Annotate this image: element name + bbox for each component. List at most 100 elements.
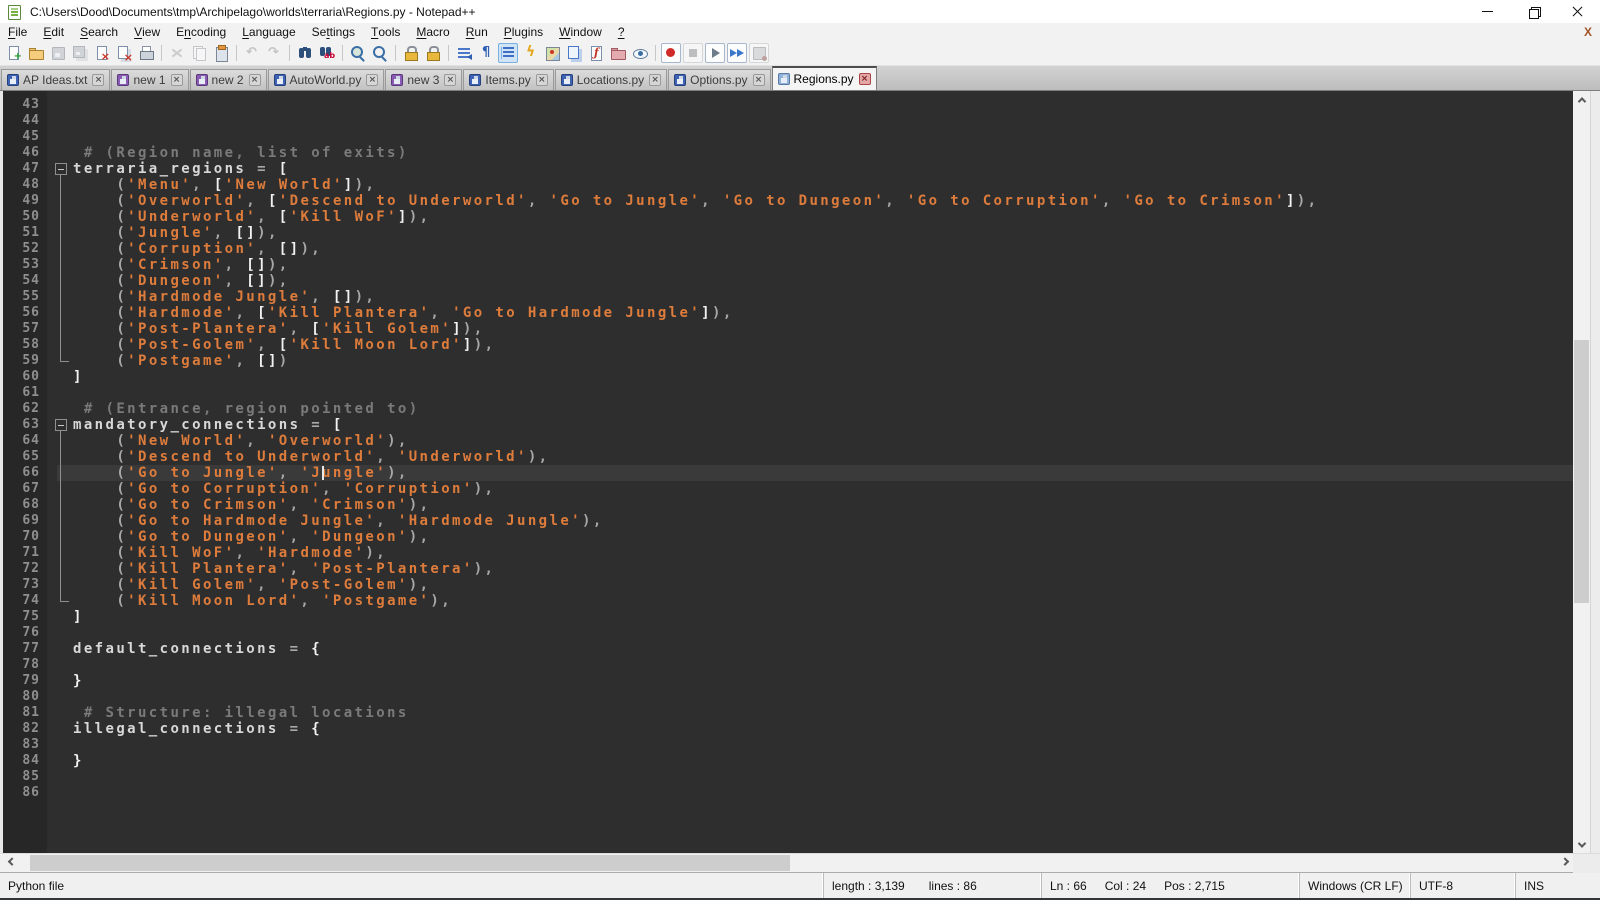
sync-horizontal-scrolling-button[interactable] [423, 43, 443, 63]
tab-regions-py[interactable]: Regions.py× [772, 66, 877, 90]
close-button[interactable] [92, 43, 112, 63]
scroll-down-button[interactable] [1573, 836, 1590, 853]
tab-options-py[interactable]: Options.py× [668, 69, 770, 90]
code-text: ('Descend to Underworld', 'Underworld'), [73, 449, 550, 465]
tab-label: Items.py [485, 73, 530, 87]
menu-edit[interactable]: Edit [35, 23, 72, 41]
close-window-button[interactable] [1555, 0, 1600, 23]
tab-close-icon[interactable]: × [444, 74, 456, 86]
tab-close-icon[interactable]: × [92, 74, 104, 86]
scroll-up-button[interactable] [1573, 91, 1590, 108]
insert-mode-status[interactable]: INS [1516, 873, 1600, 898]
menu-encoding[interactable]: Encoding [168, 23, 234, 41]
tab-close-icon[interactable]: × [171, 74, 183, 86]
line-number: 69 [3, 513, 47, 529]
tab-items-py[interactable]: Items.py × [463, 69, 553, 90]
tab-close-icon[interactable]: × [753, 74, 765, 86]
define-language-button[interactable] [520, 43, 540, 63]
monitoring-button[interactable] [630, 43, 650, 63]
menu-tools[interactable]: Tools [363, 23, 408, 41]
document-map-button[interactable] [542, 43, 562, 63]
menu-language[interactable]: Language [234, 23, 303, 41]
tab-close-icon[interactable]: × [536, 74, 548, 86]
length-status: length : 3,139 [832, 879, 905, 893]
tab-ap-ideas-txt[interactable]: AP Ideas.txt× [1, 69, 110, 90]
indent-guide-button[interactable] [498, 43, 518, 63]
code-text: ('Kill Plantera', 'Post-Plantera'), [73, 561, 495, 577]
minimize-button[interactable] [1465, 0, 1510, 23]
close-all-button[interactable] [114, 43, 134, 63]
window-right-border [1590, 91, 1600, 853]
zoom-out-button[interactable] [370, 43, 390, 63]
code-editor[interactable]: 43444546 # (Region name, list of exits)4… [3, 91, 1573, 853]
menu-window[interactable]: Window [551, 23, 610, 41]
code-line-64: 64 ('New World', 'Overworld'), [3, 433, 1573, 449]
code-text: ('Crimson', []), [73, 257, 290, 273]
find-button[interactable] [295, 43, 315, 63]
macro-save-button[interactable] [749, 43, 769, 63]
replace-button[interactable] [317, 43, 337, 63]
menu-search[interactable]: Search [72, 23, 126, 41]
restore-button[interactable] [1510, 0, 1555, 23]
zoom-in-button[interactable] [348, 43, 368, 63]
tab-label: Locations.py [577, 73, 644, 87]
save-button[interactable] [48, 43, 68, 63]
macro-play-button[interactable] [705, 43, 725, 63]
print-button[interactable] [136, 43, 156, 63]
tab-new-3[interactable]: new 3× [385, 69, 462, 90]
copy-icon [191, 45, 207, 61]
line-number: 70 [3, 529, 47, 545]
code-text: ('Menu', ['New World']), [73, 177, 376, 193]
menu-plugins[interactable]: Plugins [496, 23, 551, 41]
tab-new-2[interactable]: new 2× [190, 69, 267, 90]
show-all-characters-button[interactable] [476, 43, 496, 63]
document-list-button[interactable] [564, 43, 584, 63]
redo-button[interactable] [264, 43, 284, 63]
menu-view[interactable]: View [126, 23, 168, 41]
scroll-right-button[interactable] [1556, 854, 1573, 871]
macro-run-multiple-icon [729, 45, 745, 61]
tab-close-icon[interactable]: × [366, 74, 378, 86]
sync-vertical-scrolling-button[interactable] [401, 43, 421, 63]
paste-button[interactable] [211, 43, 231, 63]
menu-settings[interactable]: Settings [304, 23, 363, 41]
toolbar [0, 41, 1600, 66]
tab-close-icon[interactable]: × [859, 73, 871, 85]
line-number: 78 [3, 657, 47, 673]
save-all-button[interactable] [70, 43, 90, 63]
code-line-51: 51 ('Jungle', []), [3, 225, 1573, 241]
horizontal-scrollbar-thumb[interactable] [30, 855, 790, 871]
close-document-x-icon[interactable]: X [1584, 25, 1592, 39]
tab-close-icon[interactable]: × [649, 74, 661, 86]
menu-[interactable]: ? [610, 23, 633, 41]
cut-button[interactable] [167, 43, 187, 63]
function-list-button[interactable] [586, 43, 606, 63]
title-bar[interactable]: C:\Users\Dood\Documents\tmp\Archipelago\… [0, 0, 1600, 23]
vertical-scrollbar-thumb[interactable] [1574, 340, 1589, 603]
tab-new-1[interactable]: new 1× [111, 69, 188, 90]
undo-button[interactable] [242, 43, 262, 63]
monitoring-icon [632, 45, 648, 61]
open-file-button[interactable] [26, 43, 46, 63]
macro-record-button[interactable] [661, 43, 681, 63]
tab-autoworld-py[interactable]: AutoWorld.py× [268, 69, 385, 90]
new-file-button[interactable] [4, 43, 24, 63]
menu-file[interactable]: File [0, 23, 35, 41]
eol-format-status[interactable]: Windows (CR LF) [1300, 873, 1411, 898]
encoding-status[interactable]: UTF-8 [1411, 873, 1516, 898]
macro-stop-button[interactable] [683, 43, 703, 63]
copy-button[interactable] [189, 43, 209, 63]
code-text: } [73, 753, 84, 769]
folder-as-workspace-button[interactable] [608, 43, 628, 63]
code-line-54: 54 ('Dungeon', []), [3, 273, 1573, 289]
menu-macro[interactable]: Macro [408, 23, 457, 41]
line-number: 63 [3, 417, 47, 433]
menu-run[interactable]: Run [458, 23, 496, 41]
tab-close-icon[interactable]: × [249, 74, 261, 86]
word-wrap-button[interactable] [454, 43, 474, 63]
macro-run-multiple-button[interactable] [727, 43, 747, 63]
tab-locations-py[interactable]: Locations.py × [555, 69, 667, 90]
code-text: ('Underworld', ['Kill WoF']), [73, 209, 430, 225]
scroll-left-button[interactable] [3, 854, 20, 871]
code-text: # Structure: illegal locations [73, 705, 409, 721]
